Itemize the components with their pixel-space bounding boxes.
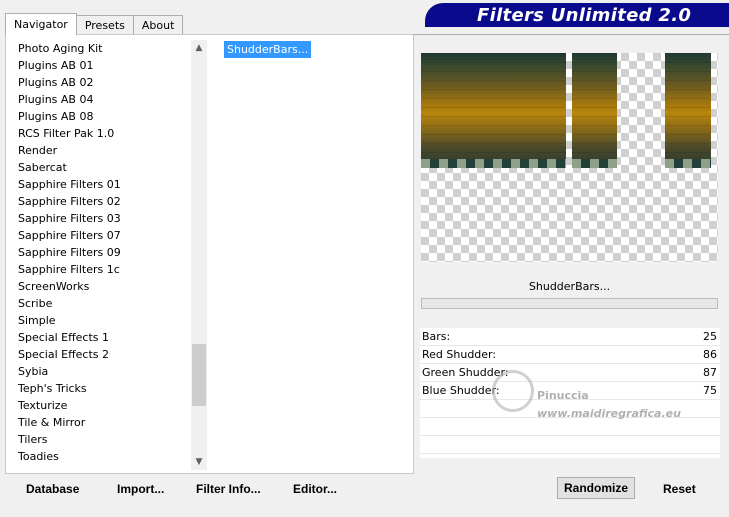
randomize-button[interactable]: Randomize [557,477,635,499]
category-item[interactable]: Plugins AB 01 [13,57,190,74]
selected-filter-label: ShudderBars... [528,279,611,293]
param-value: 86 [703,348,717,361]
filter-list[interactable]: ShudderBars... [215,40,411,470]
bottom-toolbar-right: Randomize Reset [420,474,720,502]
parameter-row[interactable]: Bars: 25 [420,328,720,346]
category-item[interactable]: RCS Filter Pak 1.0 [13,125,190,142]
database-button[interactable]: Database [26,482,79,496]
parameter-row[interactable]: Red Shudder: 86 [420,346,720,364]
preview-area [421,53,718,262]
tab-navigator[interactable]: Navigator [5,13,77,35]
progress-bar [421,298,718,309]
category-item[interactable]: Sapphire Filters 07 [13,227,190,244]
param-label: Bars: [422,330,451,343]
tab-presets[interactable]: Presets [75,15,134,35]
param-label: Blue Shudder: [422,384,500,397]
category-item[interactable]: Tile & Mirror [13,414,190,431]
category-item[interactable]: Texturize [13,397,190,414]
param-value: 87 [703,366,717,379]
preview-bar-segment [421,53,566,168]
category-item[interactable]: Photo Aging Kit [13,40,190,57]
param-value: 75 [703,384,717,397]
category-scrollbar[interactable]: ▲ ▼ [191,40,207,470]
parameter-row-empty [420,436,720,454]
filter-info-button[interactable]: Filter Info... [196,482,261,496]
category-item[interactable]: Special Effects 2 [13,346,190,363]
category-item[interactable]: Special Effects 1 [13,329,190,346]
category-item[interactable]: Sapphire Filters 09 [13,244,190,261]
scroll-thumb[interactable] [192,344,206,406]
watermark-name: Pinuccia [537,389,589,402]
selected-filter-name: ShudderBars... [421,274,718,298]
tab-about[interactable]: About [132,15,184,35]
filter-item-selected[interactable]: ShudderBars... [224,41,312,58]
category-list[interactable]: Photo Aging Kit Plugins AB 01 Plugins AB… [13,40,190,470]
category-item[interactable]: Scribe [13,295,190,312]
category-item[interactable]: Plugins AB 04 [13,91,190,108]
app-banner: Filters Unlimited 2.0 [425,3,729,27]
category-item[interactable]: Tilers [13,431,190,448]
app-title: Filters Unlimited 2.0 [477,4,692,26]
tab-bar: Navigator Presets About [5,13,184,35]
category-item[interactable]: Sybia [13,363,190,380]
editor-button[interactable]: Editor... [293,482,337,496]
watermark-url: www.maidiregrafica.eu [537,407,681,420]
category-item[interactable]: ScreenWorks [13,278,190,295]
param-label: Red Shudder: [422,348,497,361]
watermark-logo-icon [492,370,534,412]
import-button[interactable]: Import... [117,482,164,496]
bottom-toolbar-left: Database Import... Filter Info... Editor… [5,474,414,502]
category-item[interactable]: Render [13,142,190,159]
category-item[interactable]: Plugins AB 08 [13,108,190,125]
scroll-down-icon[interactable]: ▼ [191,454,207,470]
category-item[interactable]: Sapphire Filters 1c [13,261,190,278]
category-item[interactable]: Sapphire Filters 01 [13,176,190,193]
category-item[interactable]: Plugins AB 02 [13,74,190,91]
preview-bar-segment [665,53,711,168]
category-item[interactable]: Teph's Tricks [13,380,190,397]
preview-bar-segment [572,53,617,168]
category-item[interactable]: Simple [13,312,190,329]
category-item[interactable]: Sapphire Filters 02 [13,193,190,210]
reset-button[interactable]: Reset [663,482,696,496]
category-item[interactable]: Toadies [13,448,190,465]
category-item[interactable]: Sabercat [13,159,190,176]
scroll-up-icon[interactable]: ▲ [191,40,207,56]
watermark: Pinuccia www.maidiregrafica.eu [492,370,692,430]
category-item[interactable]: Sapphire Filters 03 [13,210,190,227]
param-value: 25 [703,330,717,343]
